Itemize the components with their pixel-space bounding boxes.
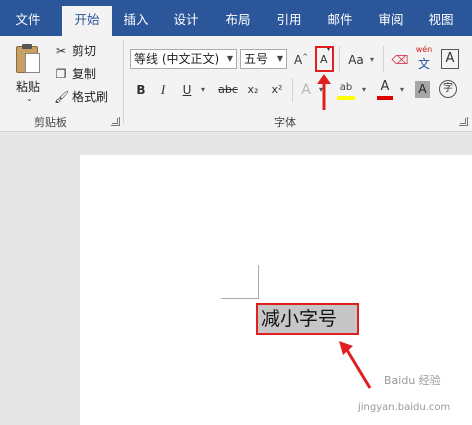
baidu-watermark: Baidu 经验 bbox=[384, 374, 441, 387]
arrow-head-icon bbox=[317, 74, 331, 84]
annotation-arrows bbox=[317, 74, 372, 389]
baidu-watermark-url: jingyan.baidu.com bbox=[358, 402, 451, 413]
annotation-arrow-diagonal bbox=[345, 349, 372, 389]
arrow-head-icon bbox=[339, 341, 353, 355]
